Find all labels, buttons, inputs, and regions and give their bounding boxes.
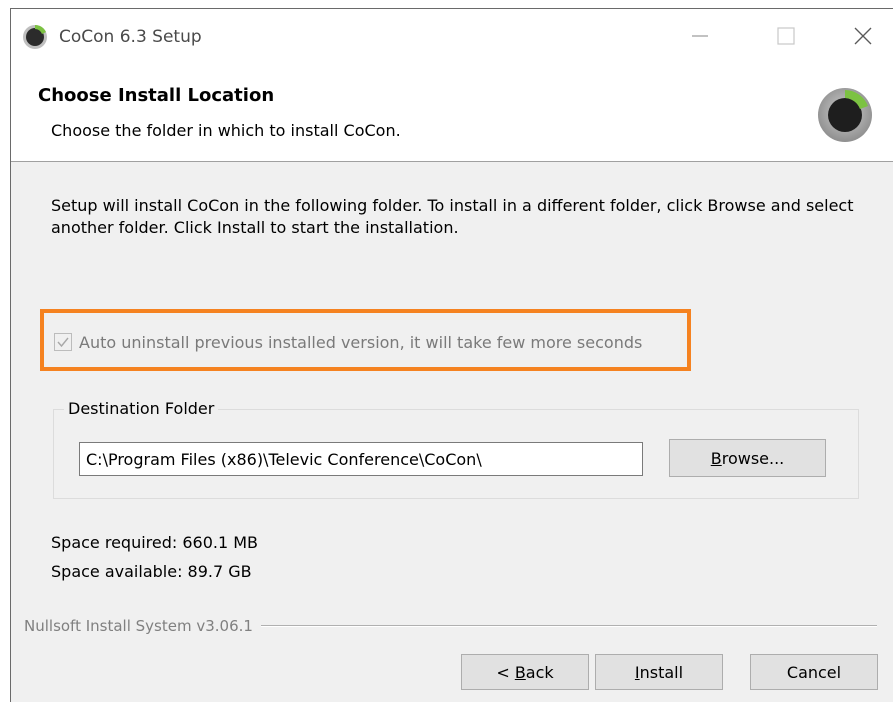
back-label: < Back xyxy=(496,662,554,682)
page-subtitle: Choose the folder in which to install Co… xyxy=(51,121,401,140)
instruction-text: Setup will install CoCon in the followin… xyxy=(51,196,854,237)
checkmark-icon xyxy=(57,337,69,348)
auto-uninstall-checkbox[interactable] xyxy=(54,333,72,351)
page-header: Choose Install Location Choose the folde… xyxy=(11,57,893,162)
separator-line xyxy=(260,625,877,627)
install-button[interactable]: Install xyxy=(595,654,723,690)
browse-label: Browse... xyxy=(710,448,785,468)
nsis-branding: Nullsoft Install System v3.06.1 xyxy=(24,615,877,637)
auto-uninstall-label: Auto uninstall previous installed versio… xyxy=(79,332,643,352)
page-title: Choose Install Location xyxy=(38,85,275,106)
maximize-icon[interactable] xyxy=(768,19,804,53)
close-icon[interactable] xyxy=(845,19,881,53)
auto-uninstall-option: Auto uninstall previous installed versio… xyxy=(54,331,642,353)
cocon-logo-icon xyxy=(818,88,872,142)
browse-button[interactable]: Browse... xyxy=(669,439,826,477)
install-label: Install xyxy=(634,662,684,682)
cancel-button[interactable]: Cancel xyxy=(750,654,878,690)
cancel-label: Cancel xyxy=(786,662,842,682)
minimize-icon[interactable] xyxy=(682,19,718,53)
space-required: Space required: 660.1 MB xyxy=(51,533,259,552)
cocon-app-icon xyxy=(23,24,47,49)
window-title: CoCon 6.3 Setup xyxy=(59,27,202,47)
destination-path-input[interactable] xyxy=(79,442,643,476)
destination-folder-legend: Destination Folder xyxy=(64,399,219,418)
setup-window: CoCon 6.3 Setup Choose Install Location … xyxy=(10,8,893,702)
space-available: Space available: 89.7 GB xyxy=(51,562,252,581)
back-button[interactable]: < Back xyxy=(461,654,589,690)
nsis-version-label: Nullsoft Install System v3.06.1 xyxy=(24,617,253,635)
title-bar[interactable]: CoCon 6.3 Setup xyxy=(11,9,893,57)
